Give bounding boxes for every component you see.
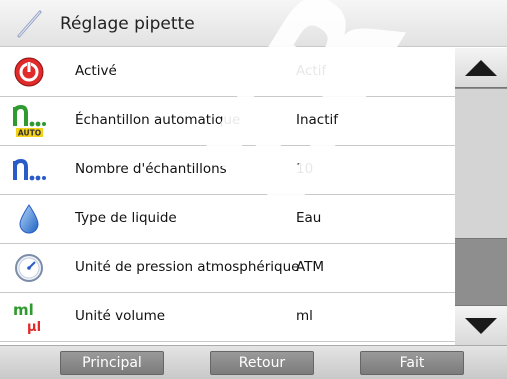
auto-sample-icon: AUTO xyxy=(13,104,46,138)
volume-unit-icon: ml µl xyxy=(13,301,41,334)
row-label: Unité de pression atmosphérique xyxy=(75,259,300,275)
scroll-up-button[interactable] xyxy=(455,48,507,88)
scroll-down-button[interactable] xyxy=(455,305,507,345)
pressure-gauge-icon xyxy=(15,254,43,282)
row-label: Unité volume xyxy=(75,308,166,324)
power-icon xyxy=(14,57,44,87)
row-value: ml xyxy=(296,308,313,324)
arrow-down-icon xyxy=(465,318,497,334)
row-label: Échantillon automatique xyxy=(75,112,241,128)
liquid-drop-icon xyxy=(19,204,39,234)
row-label: Activé xyxy=(75,63,117,79)
scroll-thumb[interactable] xyxy=(455,89,507,239)
sample-count-icon xyxy=(13,158,46,181)
row-label: Nombre d'échantillons xyxy=(75,161,227,177)
svg-text:µl: µl xyxy=(27,320,41,334)
settings-list: Activé Actif AUTO Échantillon automatiqu… xyxy=(0,48,455,345)
list-item-liquid-type[interactable]: Type de liquide Eau xyxy=(0,195,455,244)
svg-text:ml: ml xyxy=(13,301,34,319)
scrollbar[interactable] xyxy=(455,48,507,345)
list-item-sample-count[interactable]: Nombre d'échantillons 10 xyxy=(0,146,455,195)
row-value: ATM xyxy=(296,259,325,275)
svg-text:AUTO: AUTO xyxy=(18,129,41,138)
list-item-pressure-unit[interactable]: Unité de pression atmosphérique ATM xyxy=(0,244,455,293)
page-title: Réglage pipette xyxy=(60,14,195,34)
row-label: Type de liquide xyxy=(75,210,177,226)
row-value: Actif xyxy=(296,63,327,79)
title-bar: Réglage pipette xyxy=(0,0,507,47)
arrow-up-icon xyxy=(465,60,497,76)
row-value: Inactif xyxy=(296,112,339,128)
done-button[interactable]: Fait xyxy=(360,351,464,375)
row-value: 10 xyxy=(296,161,314,177)
list-item-auto-sample[interactable]: AUTO Échantillon automatique Inactif xyxy=(0,97,455,146)
footer-bar: Principal Retour Fait xyxy=(0,345,507,379)
main-button[interactable]: Principal xyxy=(60,351,164,375)
pipette-icon xyxy=(17,10,42,38)
row-value: Eau xyxy=(296,210,322,226)
list-item-volume-unit[interactable]: ml µl Unité volume ml xyxy=(0,293,455,342)
list-item-enabled[interactable]: Activé Actif xyxy=(0,48,455,97)
back-button[interactable]: Retour xyxy=(210,351,314,375)
